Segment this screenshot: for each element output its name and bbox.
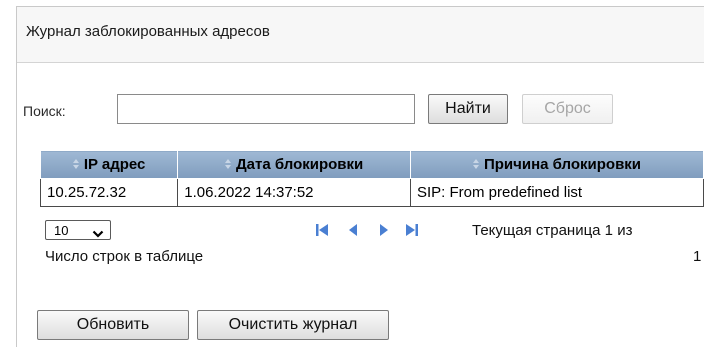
prev-page-icon[interactable] [346, 223, 360, 237]
cell-reason: SIP: From predefined list [410, 178, 704, 207]
blocked-addresses-table: IP адрес Дата блокировки Причина блокиро… [39, 150, 704, 207]
search-label: Поиск: [23, 103, 66, 119]
panel-title: Журнал заблокированных адресов [26, 23, 270, 40]
column-header-label: Причина блокировки [483, 156, 642, 173]
column-header-ip[interactable]: IP адрес [39, 150, 179, 179]
column-header-date[interactable]: Дата блокировки [177, 150, 411, 179]
column-header-label: Дата блокировки [235, 156, 364, 173]
rows-per-table-label: Число строк в таблице [45, 248, 204, 265]
panel-header: Журнал заблокированных адресов [17, 7, 704, 63]
cell-date: 1.06.2022 14:37:52 [177, 178, 411, 207]
sort-updown-icon [472, 159, 479, 170]
search-input[interactable] [117, 94, 415, 124]
cell-ip: 10.25.72.32 [39, 178, 179, 207]
column-header-label: IP адрес [83, 156, 146, 173]
first-page-icon[interactable] [315, 223, 329, 237]
table-row[interactable]: 10.25.72.32 1.06.2022 14:37:52 SIP: From… [39, 178, 704, 207]
chevron-down-icon [92, 226, 104, 241]
find-button[interactable]: Найти [428, 94, 508, 124]
column-header-reason[interactable]: Причина блокировки [410, 150, 704, 179]
reset-button[interactable]: Сброс [522, 94, 613, 124]
table-header-row: IP адрес Дата блокировки Причина блокиро… [39, 150, 704, 179]
total-pages: 1 [693, 248, 702, 265]
page-size-select[interactable]: 10 [45, 220, 111, 240]
next-page-icon[interactable] [377, 223, 391, 237]
current-page-text: Текущая страница 1 из [472, 222, 633, 239]
refresh-button[interactable]: Обновить [37, 310, 189, 340]
clear-log-button[interactable]: Очистить журнал [197, 310, 389, 340]
last-page-icon[interactable] [405, 223, 419, 237]
sort-updown-icon [72, 159, 79, 170]
sort-updown-icon [224, 159, 231, 170]
page-size-value: 10 [54, 222, 69, 238]
